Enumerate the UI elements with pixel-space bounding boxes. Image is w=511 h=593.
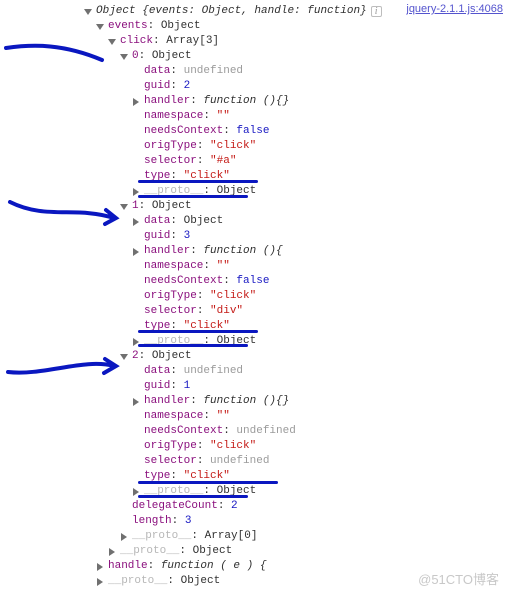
triangle-down-icon[interactable] <box>120 52 130 62</box>
prop-namespace[interactable]: namespace: "" <box>144 109 230 124</box>
triangle-right-icon[interactable] <box>132 247 142 257</box>
prop-click[interactable]: click: Array[3] <box>120 34 219 49</box>
prop-handler[interactable]: handler: function (){} <box>144 394 289 409</box>
prop-guid[interactable]: guid: 2 <box>144 79 190 94</box>
source-link[interactable]: jquery-2.1.1.js:4068 <box>406 2 503 17</box>
watermark: @51CTO博客 <box>418 572 499 587</box>
triangle-right-icon[interactable] <box>132 397 142 407</box>
prop-index[interactable]: 0: Object <box>132 49 191 64</box>
prop-type[interactable]: type: "click" <box>144 319 230 334</box>
prop-needsContext[interactable]: needsContext: false <box>144 274 269 289</box>
prop-proto[interactable]: __proto__: Object <box>144 184 256 199</box>
prop-namespace[interactable]: namespace: "" <box>144 259 230 274</box>
triangle-right-icon[interactable] <box>132 487 142 497</box>
prop-index[interactable]: 1: Object <box>132 199 191 214</box>
prop-proto[interactable]: __proto__: Object <box>120 544 232 559</box>
triangle-down-icon[interactable] <box>84 7 94 17</box>
triangle-right-icon[interactable] <box>120 532 130 542</box>
prop-data[interactable]: data: undefined <box>144 364 243 379</box>
prop-delegateCount[interactable]: delegateCount: 2 <box>132 499 238 514</box>
prop-handler[interactable]: handler: function (){ <box>144 244 283 259</box>
triangle-right-icon[interactable] <box>132 97 142 107</box>
prop-type[interactable]: type: "click" <box>144 469 230 484</box>
object-tree-root: Object {events: Object, handle: function… <box>84 4 505 589</box>
prop-origType[interactable]: origType: "click" <box>144 139 256 154</box>
prop-namespace[interactable]: namespace: "" <box>144 409 230 424</box>
prop-guid[interactable]: guid: 1 <box>144 379 190 394</box>
prop-selector[interactable]: selector: "#a" <box>144 154 236 169</box>
info-icon[interactable]: i <box>371 6 382 17</box>
prop-proto[interactable]: __proto__: Object <box>144 334 256 349</box>
prop-length[interactable]: length: 3 <box>132 514 191 529</box>
prop-index[interactable]: 2: Object <box>132 349 191 364</box>
prop-type[interactable]: type: "click" <box>144 169 230 184</box>
prop-handler[interactable]: handler: function (){} <box>144 94 289 109</box>
prop-proto[interactable]: __proto__: Object <box>108 574 220 589</box>
prop-data[interactable]: data: undefined <box>144 64 243 79</box>
prop-proto[interactable]: __proto__: Object <box>144 484 256 499</box>
triangle-right-icon[interactable] <box>132 187 142 197</box>
prop-selector[interactable]: selector: "div" <box>144 304 243 319</box>
prop-origType[interactable]: origType: "click" <box>144 439 256 454</box>
prop-handle[interactable]: handle: function ( e ) { <box>108 559 266 574</box>
triangle-right-icon[interactable] <box>132 337 142 347</box>
prop-selector[interactable]: selector: undefined <box>144 454 269 469</box>
triangle-right-icon[interactable] <box>96 562 106 572</box>
root-object-label[interactable]: Object {events: Object, handle: function… <box>96 4 367 19</box>
triangle-down-icon[interactable] <box>96 22 106 32</box>
prop-events[interactable]: events: Object <box>108 19 200 34</box>
prop-proto[interactable]: __proto__: Array[0] <box>132 529 257 544</box>
triangle-down-icon[interactable] <box>108 37 118 47</box>
triangle-down-icon[interactable] <box>120 202 130 212</box>
triangle-right-icon[interactable] <box>96 577 106 587</box>
prop-guid[interactable]: guid: 3 <box>144 229 190 244</box>
triangle-right-icon[interactable] <box>132 217 142 227</box>
triangle-right-icon[interactable] <box>108 547 118 557</box>
prop-data[interactable]: data: Object <box>144 214 223 229</box>
triangle-down-icon[interactable] <box>120 352 130 362</box>
prop-needsContext[interactable]: needsContext: undefined <box>144 424 296 439</box>
prop-origType[interactable]: origType: "click" <box>144 289 256 304</box>
prop-needsContext[interactable]: needsContext: false <box>144 124 269 139</box>
